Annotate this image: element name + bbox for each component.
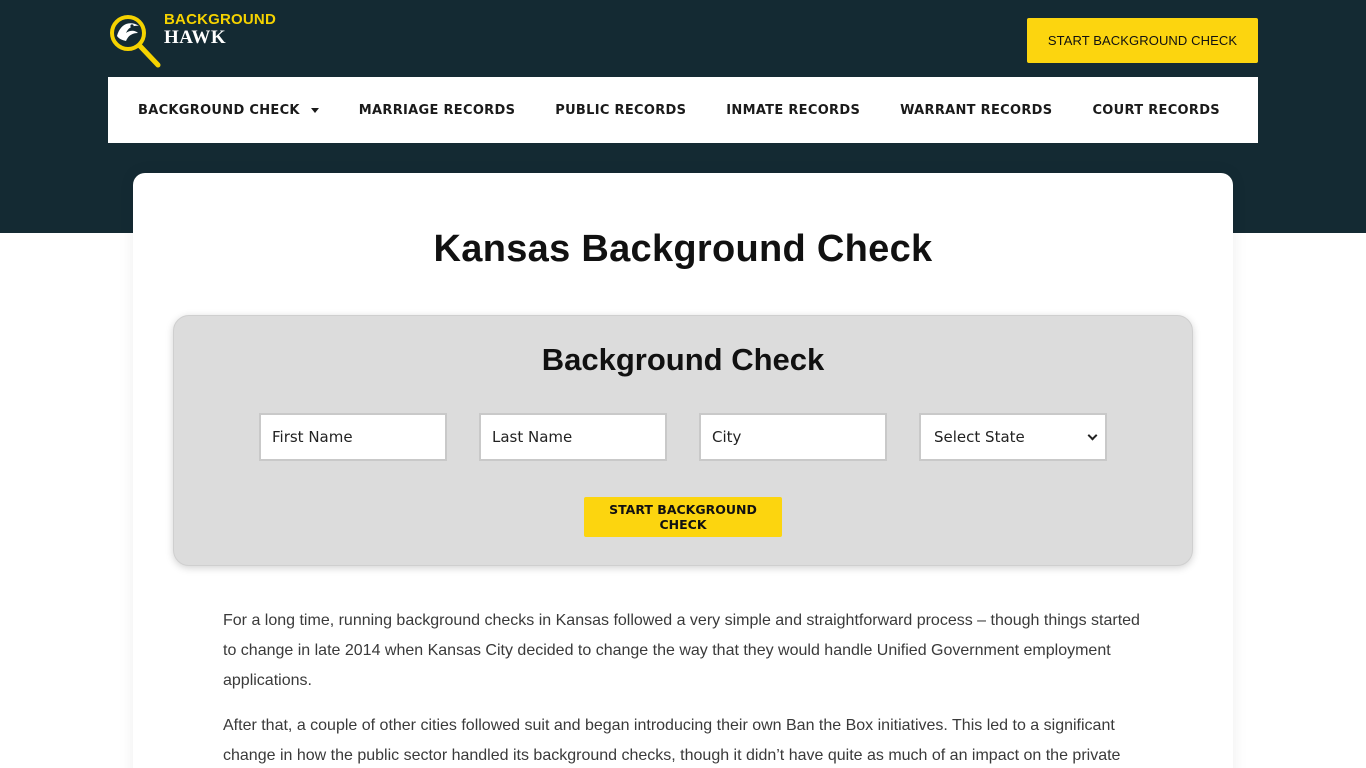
content-paragraph: After that, a couple of other cities fol… [223, 717, 1121, 764]
nav-item-warrant-records[interactable]: WARRANT RECORDS [900, 103, 1052, 118]
nav-item-inmate-records[interactable]: INMATE RECORDS [726, 103, 860, 118]
nav-item-background-check[interactable]: BACKGROUND CHECK [138, 103, 319, 118]
nav-item-label: BACKGROUND CHECK [138, 102, 300, 118]
city-input[interactable] [699, 413, 887, 461]
header-start-check-button[interactable]: START BACKGROUND CHECK [1027, 18, 1258, 63]
start-check-button[interactable]: START BACKGROUND CHECK [584, 497, 782, 537]
nav-item-public-records[interactable]: PUBLIC RECORDS [555, 103, 686, 118]
state-select[interactable]: Select State [919, 413, 1107, 461]
state-select-value: Select State [934, 428, 1025, 446]
nav-item-marriage-records[interactable]: MARRIAGE RECORDS [359, 103, 515, 118]
search-form-title: Background Check [541, 342, 825, 377]
logo-line1: BACKGROUND [164, 11, 276, 28]
site-logo[interactable]: BACKGROUND HAWK [108, 12, 276, 68]
logo-text: BACKGROUND HAWK [164, 12, 276, 47]
chevron-down-icon [1087, 430, 1098, 441]
last-name-input[interactable] [479, 413, 667, 461]
hawk-magnifier-icon [110, 15, 161, 68]
first-name-input[interactable] [259, 413, 447, 461]
main-nav: BACKGROUND CHECK MARRIAGE RECORDS PUBLIC… [108, 77, 1258, 143]
caret-down-icon [310, 107, 319, 113]
logo-line2: HAWK [164, 27, 227, 48]
content-paragraph: For a long time, running background chec… [223, 612, 1140, 689]
page-title: Kansas Background Check [433, 228, 933, 270]
nav-item-court-records[interactable]: COURT RECORDS [1092, 103, 1220, 118]
